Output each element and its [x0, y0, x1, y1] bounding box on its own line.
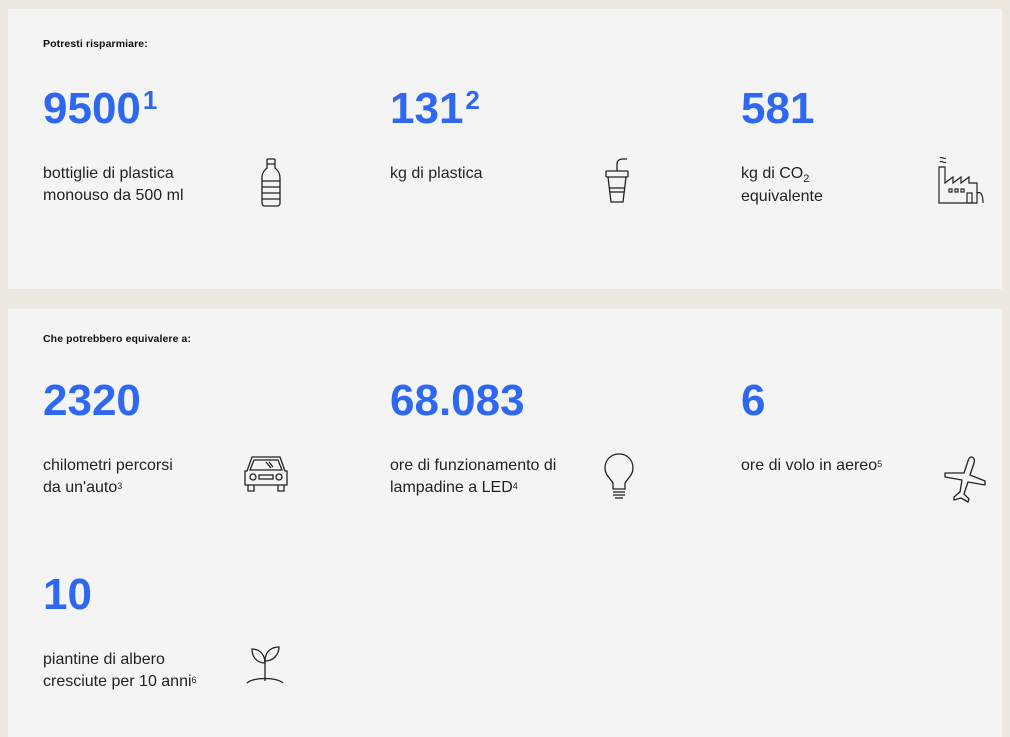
stat-value: 2320 [43, 376, 141, 425]
factory-icon [935, 153, 985, 207]
stat-value: 10 [43, 570, 92, 619]
footnote-marker: 6 [191, 675, 197, 685]
stat-description: bottiglie di plastica monouso da 500 ml [43, 165, 184, 204]
lightbulb-icon [602, 451, 636, 503]
stat-description: piantine di albero cresciute per 10 anni… [43, 651, 197, 690]
stat-value: 1312 [390, 84, 480, 133]
sprout-icon [243, 641, 287, 685]
footnote-marker: 1 [142, 85, 158, 115]
savings-heading: Potresti risparmiare: [43, 38, 148, 50]
bottle-icon [257, 157, 285, 209]
car-icon [241, 453, 291, 497]
footnote-marker: 5 [877, 459, 883, 469]
stat-value: 68.083 [390, 376, 525, 425]
stat-value: 6 [741, 376, 766, 425]
stat-description: kg di CO2 equivalente [741, 165, 823, 205]
footnote-marker: 3 [117, 481, 123, 491]
stat-description: ore di volo in aereo5 [741, 457, 883, 474]
stat-description: kg di plastica [390, 165, 483, 182]
savings-panel: Potresti risparmiare: 95001 bottiglie di… [8, 9, 1002, 289]
footnote-marker: 4 [512, 481, 518, 491]
subscript: 2 [803, 173, 810, 185]
equivalents-panel: Che potrebbero equivalere a: 2320 chilom… [8, 309, 1002, 737]
plastic-cup-icon [602, 155, 632, 207]
airplane-icon [941, 453, 989, 505]
stat-value: 95001 [43, 84, 158, 133]
stat-value: 581 [741, 84, 815, 133]
stat-description: ore di funzionamento di lampadine a LED4 [390, 457, 557, 496]
footnote-marker: 2 [465, 85, 480, 115]
stat-description: chilometri percorsi da un'auto3 [43, 457, 173, 496]
equivalents-heading: Che potrebbero equivalere a: [43, 333, 192, 345]
